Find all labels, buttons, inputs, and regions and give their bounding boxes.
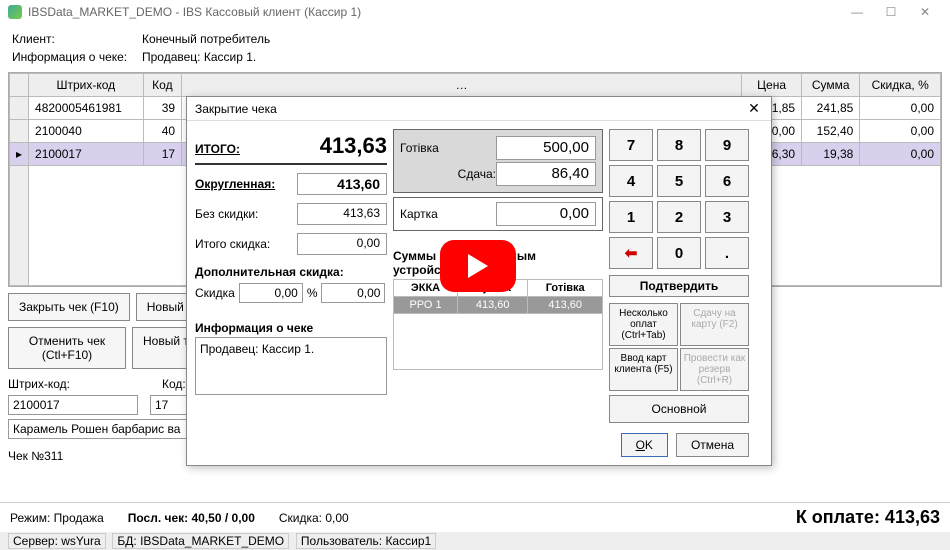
key-6[interactable]: 6	[705, 165, 749, 197]
rounded-value: 413,60	[297, 173, 387, 195]
cash-label: Готівка	[400, 141, 496, 155]
total-label: ИТОГО:	[195, 142, 240, 156]
last-cheque: Посл. чек: 40,50 / 0,00	[128, 511, 255, 525]
change-to-card-button[interactable]: Сдачу на карту (F2)	[680, 303, 749, 346]
barcode-label: Штрих-код:	[8, 377, 70, 391]
status-server: Сервер: wsYura	[8, 533, 106, 549]
key-1[interactable]: 1	[609, 201, 653, 233]
confirm-button[interactable]: Подтвердить	[609, 275, 749, 297]
key-4[interactable]: 4	[609, 165, 653, 197]
multi-pay-button[interactable]: Несколько оплат (Ctrl+Tab)	[609, 303, 678, 346]
info-value: Продавец: Кассир 1.	[142, 48, 256, 66]
change-label: Сдача:	[400, 167, 496, 181]
status-db: БД: IBSData_MARKET_DEMO	[112, 533, 289, 549]
disc-label: Скидка: 0,00	[279, 511, 349, 525]
modal-info-body: Продавец: Кассир 1.	[195, 337, 387, 395]
status-user: Пользователь: Кассир1	[296, 533, 436, 549]
card-value[interactable]: 0,00	[496, 202, 596, 226]
change-value: 86,40	[496, 162, 596, 186]
info-label: Информация о чеке:	[12, 48, 142, 66]
key-7[interactable]: 7	[609, 129, 653, 161]
key-2[interactable]: 2	[657, 201, 701, 233]
close-icon[interactable]: ✕	[908, 2, 942, 22]
reserve-button[interactable]: Провести как резерв (Ctrl+R)	[680, 348, 749, 391]
barcode-input[interactable]	[8, 395, 138, 415]
key-0[interactable]: 0	[657, 237, 701, 269]
to-pay: К оплате: 413,63	[796, 507, 940, 528]
fiscal-table: ЭККАСуммаГотівка РРО 1413,60413,60	[393, 279, 603, 370]
window-titlebar: IBSData_MARKET_DEMO - IBS Кассовый клиен…	[0, 0, 950, 24]
cheque-number: Чек №311	[8, 449, 63, 463]
disc-percent-input[interactable]	[239, 283, 303, 303]
key-8[interactable]: 8	[657, 129, 701, 161]
cancel-button[interactable]: Отмена	[676, 433, 749, 457]
numeric-keypad: 7 8 9 4 5 6 1 2 3 ⬅ 0 .	[609, 129, 757, 269]
mode-label: Режим: Продажа	[10, 511, 104, 525]
main-button[interactable]: Основной	[609, 395, 749, 423]
window-title: IBSData_MARKET_DEMO - IBS Кассовый клиен…	[28, 5, 361, 19]
client-label: Клиент:	[12, 30, 142, 48]
ok-button[interactable]: OOKK	[621, 433, 668, 457]
add-disc-header: Дополнительная скидка:	[195, 265, 387, 279]
modal-info-header: Информация о чеке	[195, 321, 387, 335]
header: Клиент: Конечный потребитель Информация …	[0, 24, 950, 72]
key-5[interactable]: 5	[657, 165, 701, 197]
cancel-cheque-button[interactable]: Отменить чек (Ctl+F10)	[8, 327, 126, 369]
close-cheque-button[interactable]: Закрыть чек (F10)	[8, 293, 130, 321]
key-9[interactable]: 9	[705, 129, 749, 161]
dialog-title: Закрытие чека	[195, 102, 277, 116]
rounded-label: Округленная:	[195, 177, 297, 191]
cash-value[interactable]: 500,00	[496, 136, 596, 160]
app-icon	[8, 5, 22, 19]
maximize-icon[interactable]: ☐	[874, 2, 908, 22]
code-label: Код:	[162, 377, 186, 391]
play-overlay-icon[interactable]	[440, 240, 516, 292]
minimize-icon[interactable]: —	[840, 2, 874, 22]
key-dot[interactable]: .	[705, 237, 749, 269]
card-label: Картка	[400, 207, 496, 221]
client-value: Конечный потребитель	[142, 30, 270, 48]
dialog-close-icon[interactable]: ✕	[745, 100, 763, 118]
disc-sum-input[interactable]	[321, 283, 385, 303]
key-3[interactable]: 3	[705, 201, 749, 233]
total-value: 413,63	[320, 133, 387, 159]
key-backspace-icon[interactable]: ⬅	[609, 237, 653, 269]
enter-card-button[interactable]: Ввод карт клиента (F5)	[609, 348, 678, 391]
